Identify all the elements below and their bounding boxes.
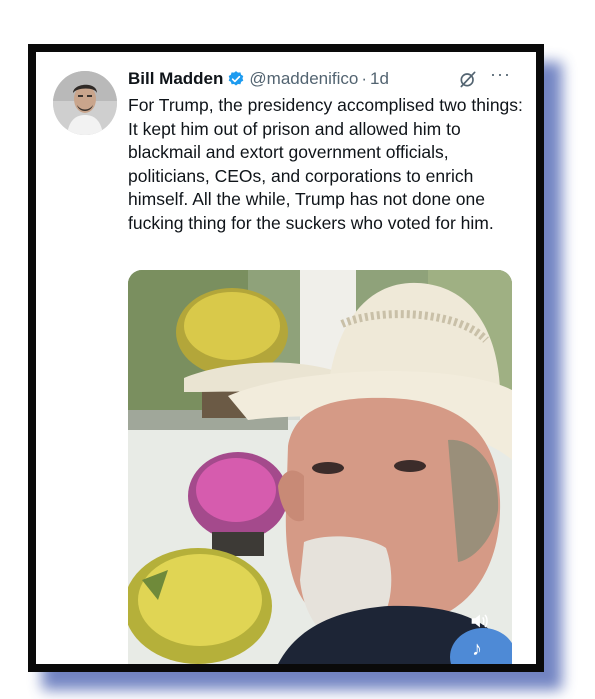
timestamp[interactable]: 1d [370, 69, 389, 89]
more-options-icon[interactable]: ··· [490, 64, 511, 85]
grok-icon[interactable] [458, 69, 478, 89]
separator-dot: · [361, 69, 368, 88]
author-handle[interactable]: @maddenifico [249, 69, 358, 89]
video-frame [128, 270, 512, 664]
tweet-header: Bill Madden @maddenifico · 1d ··· [128, 64, 518, 92]
avatar[interactable] [53, 71, 117, 135]
tweet-video[interactable]: ♪ [128, 270, 512, 664]
avatar-photo [53, 71, 117, 135]
verified-badge-icon [229, 71, 244, 86]
tweet-text: For Trump, the presidency accomplised tw… [128, 95, 523, 233]
author-name[interactable]: Bill Madden [128, 69, 223, 89]
tweet-card[interactable]: Bill Madden @maddenifico · 1d ··· For Tr… [36, 52, 536, 664]
